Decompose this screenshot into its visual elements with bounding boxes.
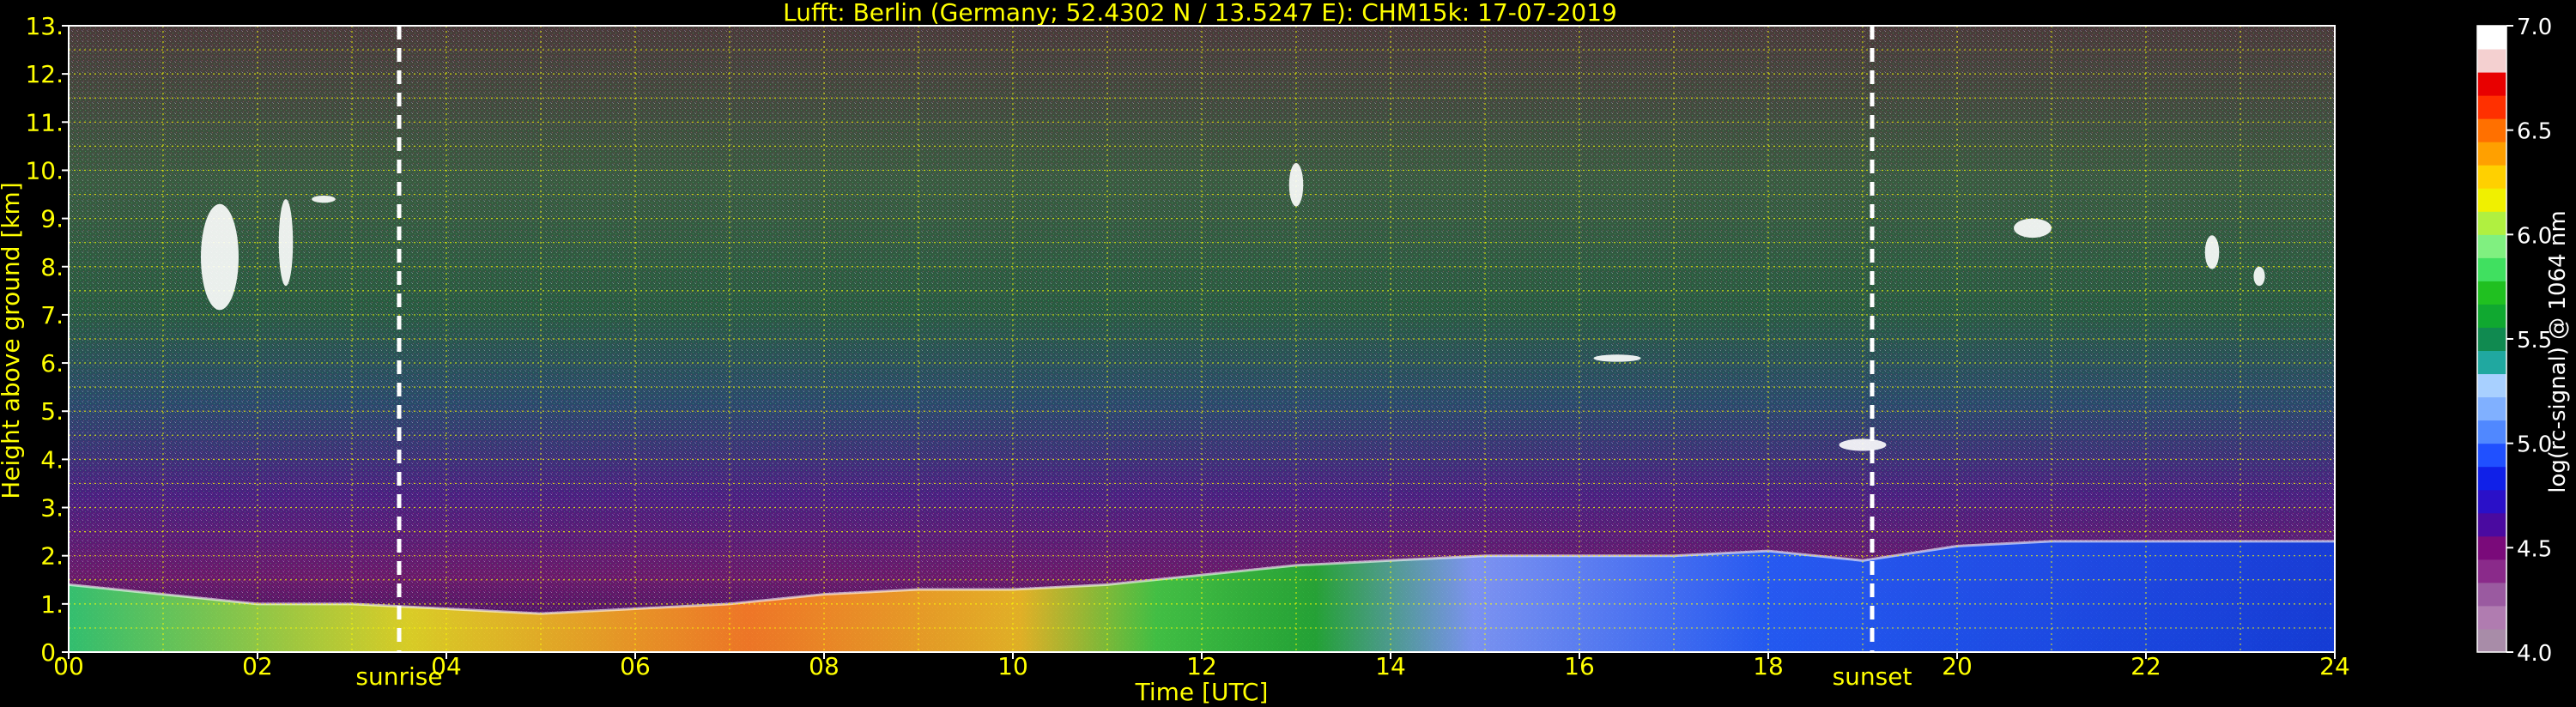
y-tick-label: 0. — [40, 638, 64, 667]
x-tick-label: 12 — [1186, 652, 1217, 680]
y-tick-label: 13. — [25, 12, 64, 40]
cloud-feature — [2014, 218, 2052, 239]
y-tick-label: 3. — [40, 494, 64, 523]
y-tick-label: 9. — [40, 205, 64, 233]
cloud-feature — [1593, 354, 1641, 362]
colorbar-segment — [2477, 26, 2506, 50]
colorbar-segment — [2477, 257, 2506, 281]
colorbar-segment — [2477, 605, 2506, 630]
colorbar-tick-label: 6.5 — [2517, 119, 2552, 145]
y-tick-label: 4. — [40, 445, 64, 474]
event-label-sunrise: sunrise — [355, 662, 442, 691]
colorbar-segment — [2477, 304, 2506, 328]
cloud-feature — [2253, 266, 2265, 287]
colorbar-segment — [2477, 234, 2506, 258]
colorbar-segment — [2477, 443, 2506, 468]
colorbar-segment — [2477, 628, 2506, 653]
x-tick-label: 20 — [1942, 652, 1973, 680]
colorbar-label: log(rc-signal) @ 1064 nm — [2545, 210, 2571, 492]
cloud-feature — [278, 199, 294, 287]
cloud-feature — [201, 203, 239, 311]
cloud-feature — [312, 195, 336, 203]
y-tick-label: 11. — [25, 108, 64, 136]
cloud-feature — [2204, 235, 2220, 269]
colorbar-segment — [2477, 396, 2506, 421]
x-tick-label: 04 — [431, 652, 462, 680]
colorbar: 4.04.55.05.56.06.57.0 — [2476, 15, 2552, 667]
colorbar-segment — [2477, 466, 2506, 491]
colorbar-segment — [2477, 142, 2506, 166]
colorbar-segment — [2477, 420, 2506, 444]
x-tick-label: 02 — [242, 652, 273, 680]
colorbar-segment — [2477, 582, 2506, 607]
colorbar-segment — [2477, 327, 2506, 352]
colorbar-segment — [2477, 49, 2506, 73]
ceilometer-chart: sunrise sunset 00 02 04 06 08 10 12 14 16 18 20 22 24… — [0, 0, 2571, 706]
colorbar-segment — [2477, 489, 2506, 514]
cloud-feature — [1839, 438, 1887, 451]
y-tick-label: 12. — [25, 60, 64, 88]
y-axis-label: Height above ground [km] — [0, 182, 25, 499]
colorbar-tick-label: 4.0 — [2517, 641, 2552, 667]
y-tick-label: 10. — [25, 156, 64, 184]
x-tick-label: 24 — [2319, 652, 2350, 680]
colorbar-segment — [2477, 559, 2506, 583]
colorbar-segment — [2477, 118, 2506, 142]
event-label-sunset: sunset — [1833, 662, 1912, 691]
x-tick-label: 08 — [809, 652, 839, 680]
colorbar-tick-label: 7.0 — [2517, 15, 2552, 40]
y-tick-label: 5. — [40, 397, 64, 426]
chart-title: Lufft: Berlin (Germany; 52.4302 N / 13.5… — [783, 0, 1617, 27]
colorbar-segment — [2477, 512, 2506, 537]
y-tick-label: 2. — [40, 542, 64, 571]
colorbar-segment — [2477, 165, 2506, 189]
colorbar-segment — [2477, 211, 2506, 235]
x-tick-label: 22 — [2131, 652, 2161, 680]
y-tick-label: 1. — [40, 590, 64, 619]
x-tick-label: 06 — [620, 652, 651, 680]
y-tick-label: 7. — [40, 301, 64, 329]
colorbar-tick-label: 4.5 — [2517, 536, 2552, 562]
y-tick-label: 8. — [40, 253, 64, 281]
colorbar-segment — [2477, 350, 2506, 375]
y-tick-label: 6. — [40, 349, 64, 378]
x-tick-label: 10 — [997, 652, 1028, 680]
x-axis-label: Time [UTC] — [1135, 678, 1269, 706]
x-tick-label: 18 — [1753, 652, 1784, 680]
colorbar-segment — [2477, 95, 2506, 119]
colorbar-segment — [2477, 188, 2506, 212]
colorbar-segment — [2477, 281, 2506, 305]
colorbar-segment — [2477, 373, 2506, 398]
colorbar-segment — [2477, 535, 2506, 560]
colorbar-segment — [2477, 72, 2506, 96]
x-tick-label: 14 — [1375, 652, 1406, 680]
x-tick-label: 16 — [1564, 652, 1595, 680]
cloud-feature — [1288, 163, 1304, 207]
